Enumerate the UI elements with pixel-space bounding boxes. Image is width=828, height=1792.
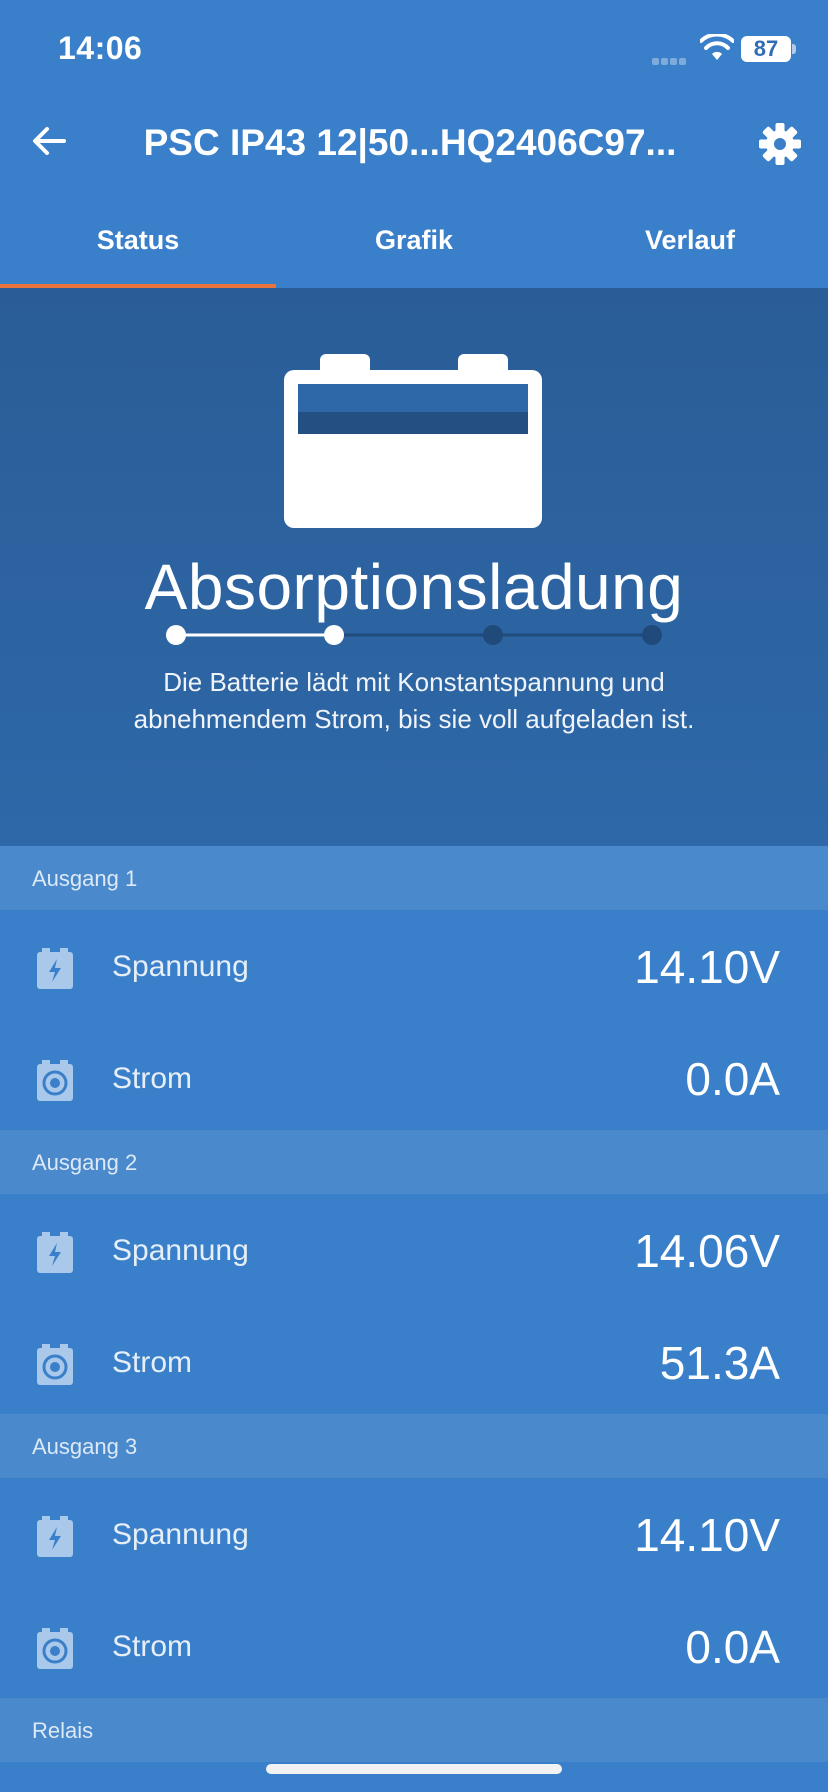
row-label: Spannung bbox=[112, 1518, 249, 1551]
description-line-1: Die Batterie lädt mit Konstantspannung u… bbox=[163, 667, 665, 697]
home-indicator[interactable] bbox=[266, 1764, 562, 1774]
row-output-3-current[interactable]: Strom 0.0A bbox=[0, 1590, 828, 1702]
progress-step-2 bbox=[324, 625, 344, 645]
arrow-left-icon[interactable] bbox=[26, 118, 72, 164]
battery-tip bbox=[792, 44, 796, 54]
row-value: 14.06V bbox=[634, 1225, 780, 1277]
row-output-2-voltage[interactable]: Spannung 14.06V bbox=[0, 1194, 828, 1306]
section-header-output-3: Ausgang 3 bbox=[0, 1414, 828, 1478]
section-header-output-2: Ausgang 2 bbox=[0, 1130, 828, 1194]
progress-step-1 bbox=[166, 625, 186, 645]
row-value: 14.10V bbox=[634, 1509, 780, 1561]
tab-bar: Status Grafik Verlauf bbox=[0, 220, 828, 288]
description-line-2: abnehmendem Strom, bis sie voll aufgelad… bbox=[133, 704, 695, 734]
charge-state-title: Absorptionsladung bbox=[144, 551, 684, 623]
tab-verlauf[interactable]: Verlauf bbox=[552, 220, 828, 288]
section-title: Ausgang 3 bbox=[32, 1434, 138, 1459]
row-output-1-current[interactable]: Strom 0.0A bbox=[0, 1022, 828, 1134]
voltage-icon bbox=[37, 1516, 73, 1557]
progress-step-4 bbox=[642, 625, 662, 645]
current-icon bbox=[37, 1344, 73, 1385]
cellular-signal-icon bbox=[652, 52, 692, 65]
section-title: Ausgang 1 bbox=[32, 866, 138, 891]
row-output-2-current[interactable]: Strom 51.3A bbox=[0, 1306, 828, 1418]
section-header-relay: Relais bbox=[0, 1698, 828, 1762]
app-screen: 14:06 87 PSC IP43 12|50...HQ2406C97... S… bbox=[0, 0, 828, 1792]
app-header: PSC IP43 12|50...HQ2406C97... Status Gra… bbox=[0, 100, 828, 288]
row-label: Spannung bbox=[112, 1234, 249, 1267]
section-header-output-1: Ausgang 1 bbox=[0, 846, 828, 910]
tab-status[interactable]: Status bbox=[0, 220, 276, 288]
progress-step-3 bbox=[483, 625, 503, 645]
status-bar: 14:06 87 bbox=[0, 0, 828, 100]
row-value: 14.10V bbox=[634, 941, 780, 993]
voltage-icon bbox=[37, 1232, 73, 1273]
current-icon bbox=[37, 1628, 73, 1669]
voltage-icon bbox=[37, 948, 73, 989]
row-label: Strom bbox=[112, 1062, 193, 1095]
battery-level-indicator: 87 bbox=[741, 36, 791, 62]
charge-progress-steps bbox=[166, 625, 662, 645]
tab-grafik[interactable]: Grafik bbox=[276, 220, 552, 288]
row-value: 51.3A bbox=[659, 1337, 780, 1389]
wifi-icon bbox=[700, 34, 734, 60]
section-title: Ausgang 2 bbox=[32, 1150, 138, 1175]
gear-icon[interactable] bbox=[756, 120, 804, 168]
device-title: PSC IP43 12|50...HQ2406C97... bbox=[143, 122, 677, 163]
current-icon bbox=[37, 1060, 73, 1101]
row-label: Strom bbox=[112, 1346, 193, 1379]
section-title: Relais bbox=[32, 1718, 94, 1743]
status-time: 14:06 bbox=[58, 30, 143, 66]
row-label: Spannung bbox=[112, 950, 249, 983]
charge-state-panel: Absorptionsladung Die Batterie lädt mit … bbox=[0, 288, 828, 846]
row-value: 0.0A bbox=[685, 1621, 780, 1673]
row-output-1-voltage[interactable]: Spannung 14.10V bbox=[0, 910, 828, 1022]
row-value: 0.0A bbox=[685, 1053, 780, 1105]
row-output-3-voltage[interactable]: Spannung 14.10V bbox=[0, 1478, 828, 1590]
charge-state-description: Die Batterie lädt mit Konstantspannung u… bbox=[60, 664, 768, 738]
battery-icon bbox=[284, 354, 542, 528]
row-label: Strom bbox=[112, 1630, 193, 1663]
